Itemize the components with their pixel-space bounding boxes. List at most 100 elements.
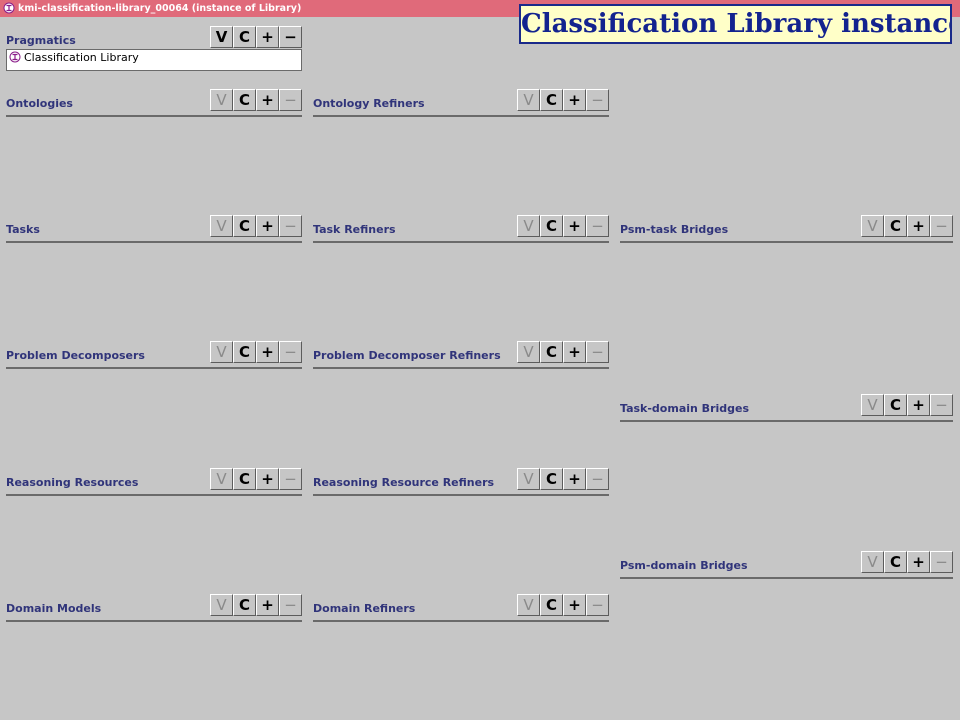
slot-list[interactable]: heuristic-admissible-solution-classifier…: [620, 577, 953, 579]
remove-button[interactable]: −: [930, 394, 953, 416]
create-button[interactable]: C: [884, 551, 907, 573]
remove-button[interactable]: −: [279, 594, 302, 616]
add-button[interactable]: +: [563, 468, 586, 490]
slot-pragmatics: Pragmatics V C + − Classification Library: [6, 26, 302, 72]
view-button[interactable]: V: [517, 341, 540, 363]
slot-task-domain-bridges: Task-domain Bridges VC+− classification-ta…: [620, 394, 953, 540]
remove-button[interactable]: −: [586, 594, 609, 616]
list-item[interactable]: apple-heuristic-classification: [7, 116, 301, 117]
list-items: apply-refiners-psmbasic-heuristic-match-…: [7, 495, 301, 496]
list-item[interactable]: apples-domain: [7, 621, 301, 622]
create-button[interactable]: C: [540, 89, 563, 111]
scroll-up-icon[interactable]: ▲: [287, 242, 300, 243]
slot-list[interactable]: classification-task @ apples: [620, 420, 953, 422]
add-button[interactable]: +: [563, 89, 586, 111]
slot-label: Problem Decomposer Refiners: [313, 349, 501, 362]
remove-button[interactable]: −: [279, 341, 302, 363]
remove-button[interactable]: −: [930, 215, 953, 237]
add-button[interactable]: +: [256, 89, 279, 111]
view-button[interactable]: V: [517, 594, 540, 616]
instance-icon: [3, 2, 15, 14]
create-button[interactable]: C: [540, 215, 563, 237]
create-button[interactable]: C: [884, 394, 907, 416]
view-button[interactable]: V: [861, 551, 884, 573]
create-button[interactable]: C: [540, 468, 563, 490]
slot-buttons: V C + −: [517, 89, 609, 111]
list-item[interactable]: Classification Library: [7, 50, 301, 65]
list-item[interactable]: abstraction-psm @ abstraction: [621, 242, 952, 243]
view-button[interactable]: V: [861, 394, 884, 416]
view-button[interactable]: V: [210, 215, 233, 237]
slot-list[interactable]: [313, 494, 609, 496]
list-item[interactable]: heuristic-admissible-solution-classifier…: [621, 578, 952, 579]
view-button[interactable]: V: [861, 215, 884, 237]
list-items: abstraction-psmheuristic-admissible-solu…: [7, 368, 301, 369]
create-button[interactable]: C: [233, 594, 256, 616]
create-button[interactable]: C: [233, 341, 256, 363]
create-button[interactable]: C: [233, 26, 256, 48]
list-item[interactable]: classification-task->optimal-solution: [314, 242, 608, 243]
slot-list[interactable]: classification-task->optimal-solutioncla…: [313, 241, 609, 243]
create-button[interactable]: C: [884, 215, 907, 237]
slot-list[interactable]: [313, 620, 609, 622]
view-button[interactable]: V: [210, 89, 233, 111]
view-button[interactable]: V: [210, 341, 233, 363]
view-button[interactable]: V: [517, 215, 540, 237]
list-items: apples-domain: [7, 621, 301, 622]
remove-button[interactable]: −: [586, 89, 609, 111]
add-button[interactable]: +: [256, 341, 279, 363]
slot-buttons: V C + −: [861, 215, 953, 237]
list-item[interactable]: abstraction: [7, 242, 301, 243]
view-button[interactable]: V: [210, 468, 233, 490]
add-button[interactable]: +: [563, 215, 586, 237]
remove-button[interactable]: −: [586, 341, 609, 363]
add-button[interactable]: +: [256, 215, 279, 237]
scroll-down-icon[interactable]: ▼: [938, 241, 951, 242]
view-button[interactable]: V: [517, 89, 540, 111]
list-item[interactable]: classification-task @ apples: [621, 421, 952, 422]
create-button[interactable]: C: [233, 468, 256, 490]
view-button[interactable]: V: [210, 26, 233, 48]
slot-buttons: V C + −: [517, 468, 609, 490]
add-button[interactable]: +: [907, 551, 930, 573]
slot-buttons: V C + −: [210, 594, 302, 616]
slot-list[interactable]: Classification Library: [6, 49, 302, 71]
add-button[interactable]: +: [907, 215, 930, 237]
slot-list[interactable]: abstraction-psmheuristic-admissible-solu…: [6, 367, 302, 369]
slot-list[interactable]: apples-domain: [6, 620, 302, 622]
scroll-down-icon[interactable]: ▼: [287, 241, 300, 242]
create-button[interactable]: C: [540, 594, 563, 616]
create-button[interactable]: C: [540, 341, 563, 363]
slot-list[interactable]: [313, 115, 609, 117]
remove-button[interactable]: −: [279, 215, 302, 237]
slot-list[interactable]: [313, 367, 609, 369]
slot-list[interactable]: abstractionapply-refinersbasic-heuristic…: [6, 241, 302, 243]
add-button[interactable]: +: [256, 468, 279, 490]
remove-button[interactable]: −: [279, 26, 302, 48]
remove-button[interactable]: −: [586, 468, 609, 490]
list-items: abstractionapply-refinersbasic-heuristic…: [7, 242, 301, 243]
list-items: abstraction-psm @ abstractionapply-refin…: [621, 242, 952, 243]
slot-list[interactable]: apple-heuristic-classificationapples2cla…: [6, 115, 302, 117]
horizontal-scrollbar[interactable]: ◀▶: [621, 241, 938, 242]
remove-button[interactable]: −: [586, 215, 609, 237]
create-button[interactable]: C: [233, 215, 256, 237]
add-button[interactable]: +: [563, 594, 586, 616]
slot-list[interactable]: apply-refiners-psmbasic-heuristic-match-…: [6, 494, 302, 496]
add-button[interactable]: +: [256, 594, 279, 616]
list-item[interactable]: apply-refiners-psm: [7, 495, 301, 496]
list-item[interactable]: abstraction-psm: [7, 368, 301, 369]
remove-button[interactable]: −: [930, 551, 953, 573]
slot-list[interactable]: abstraction-psm @ abstractionapply-refin…: [620, 241, 953, 243]
create-button[interactable]: C: [233, 89, 256, 111]
add-button[interactable]: +: [907, 394, 930, 416]
scroll-up-icon[interactable]: ▲: [938, 242, 951, 243]
view-button[interactable]: V: [210, 594, 233, 616]
view-button[interactable]: V: [517, 468, 540, 490]
remove-button[interactable]: −: [279, 89, 302, 111]
slot-reasoning-resource-refiners: Reasoning Resource Refiners V C + −: [313, 468, 609, 583]
add-button[interactable]: +: [563, 341, 586, 363]
remove-button[interactable]: −: [279, 468, 302, 490]
add-button[interactable]: +: [256, 26, 279, 48]
slot-psm-task-bridges: Psm-task Bridges VC+− abstraction-psm @ ab…: [620, 215, 953, 383]
